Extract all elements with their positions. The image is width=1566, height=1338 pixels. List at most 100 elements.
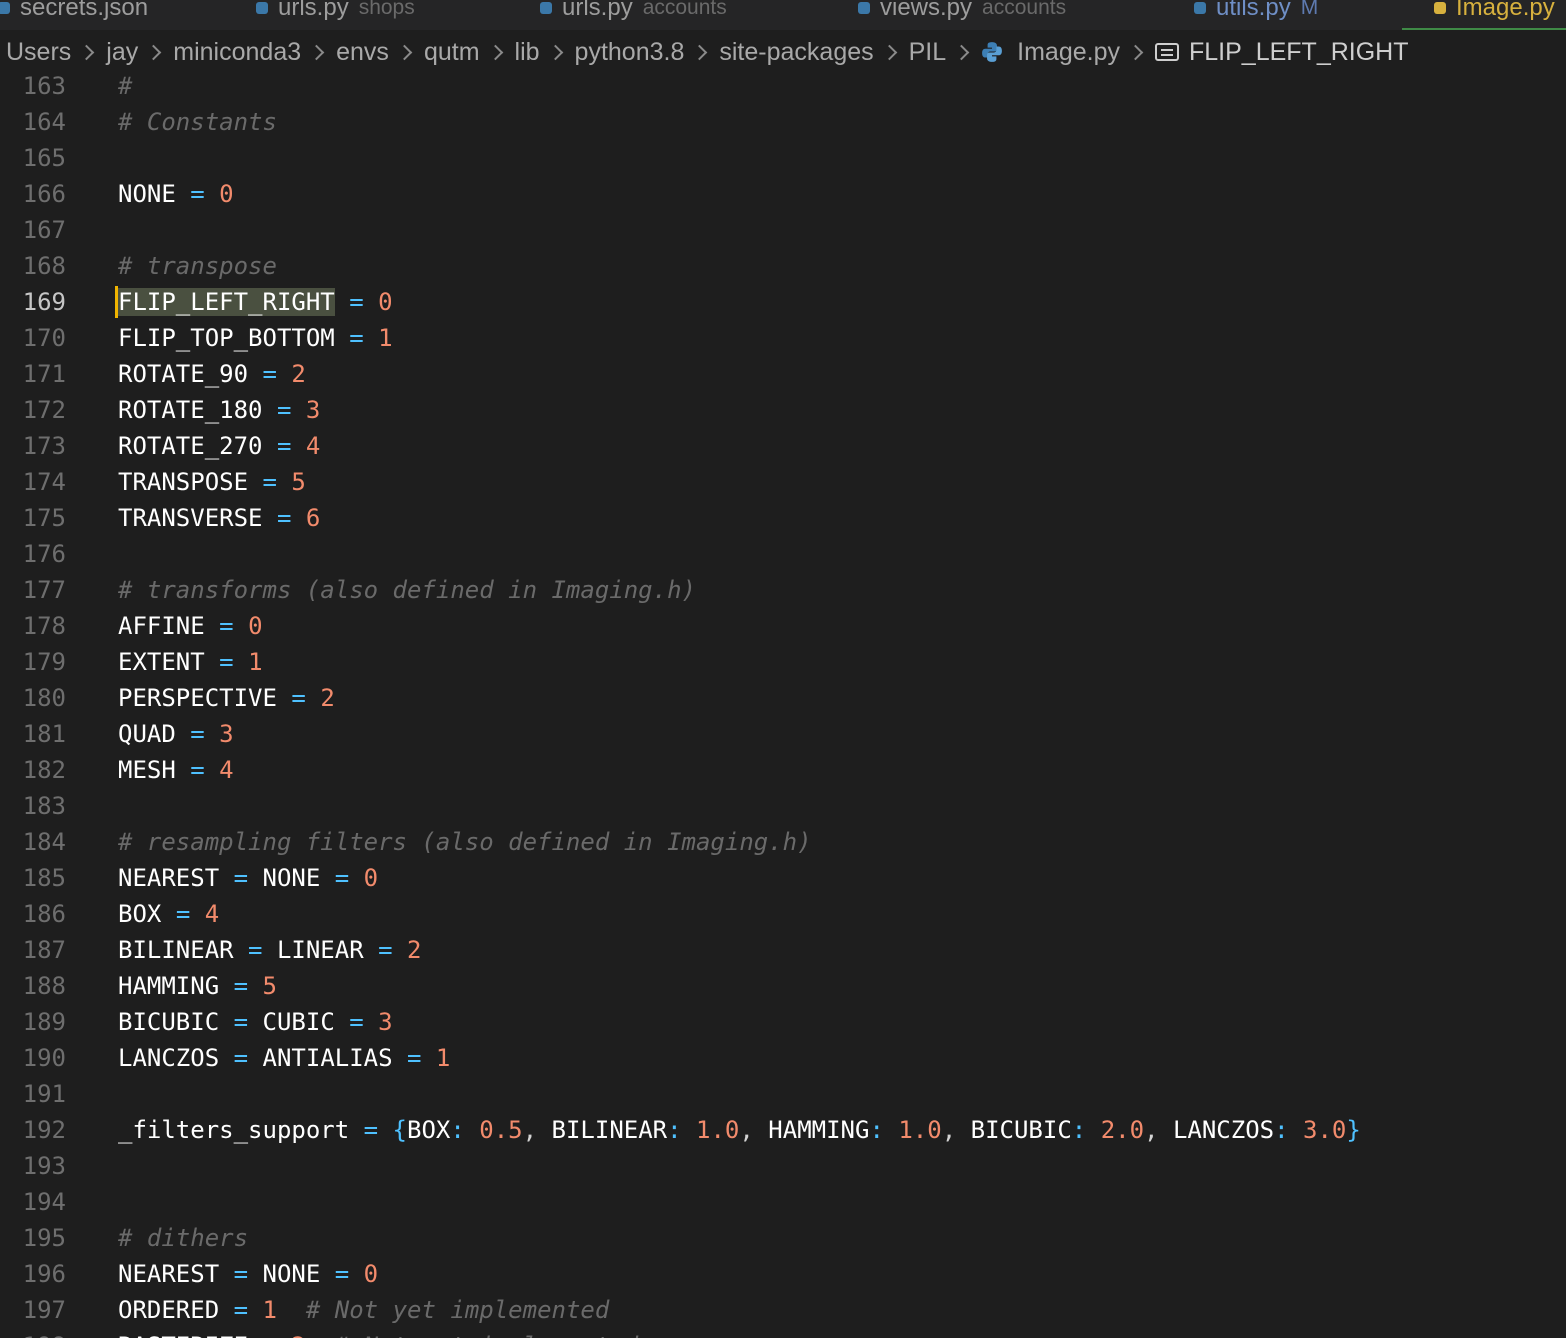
code-line[interactable]: 187 BILINEAR = LINEAR = 2 [0, 932, 1566, 968]
chevron-right-icon [1127, 44, 1144, 60]
code-line[interactable]: 184 # resampling filters (also defined in… [0, 824, 1566, 860]
breadcrumb-item[interactable]: lib [515, 38, 540, 67]
code-token: = [349, 1008, 364, 1036]
tab-3[interactable]: views.py accounts [858, 0, 1066, 30]
code-token: BICUBIC [118, 1008, 220, 1036]
chevron-right-icon [145, 44, 162, 60]
code-token: { [392, 1116, 407, 1144]
breadcrumb-item[interactable]: qutm [424, 38, 480, 67]
code-text: # dithers [118, 1220, 248, 1256]
breadcrumb-item[interactable]: miniconda3 [173, 38, 301, 67]
tab-description: accounts [982, 0, 1067, 19]
code-line[interactable]: 163 # [0, 68, 1566, 104]
breadcrumb-item[interactable]: site-packages [719, 38, 873, 67]
code-line[interactable]: 170 FLIP_TOP_BOTTOM = 1 [0, 320, 1566, 356]
code-token: 2 [291, 360, 306, 388]
code-line[interactable]: 180 PERSPECTIVE = 2 [0, 680, 1566, 716]
code-line[interactable]: 175 TRANSVERSE = 6 [0, 500, 1566, 536]
code-line[interactable]: 164 # Constants [0, 104, 1566, 140]
breadcrumb-item[interactable]: PIL [909, 38, 947, 67]
line-number: 192 [22, 1116, 66, 1144]
tab-1[interactable]: urls.py shops [256, 0, 415, 30]
breadcrumb-item[interactable]: Image.py [981, 38, 1120, 67]
code-line[interactable]: 190 LANCZOS = ANTIALIAS = 1 [0, 1040, 1566, 1076]
chevron-right-icon [308, 44, 325, 60]
line-number: 169 [22, 288, 66, 316]
code-line[interactable]: 189 BICUBIC = CUBIC = 3 [0, 1004, 1566, 1040]
code-token: = [233, 972, 249, 1000]
code-line[interactable]: 193 [0, 1148, 1566, 1184]
code-text: BILINEAR = LINEAR = 2 [118, 932, 421, 968]
breadcrumb-item[interactable]: envs [336, 38, 389, 67]
code-line[interactable]: 173 ROTATE_270 = 4 [0, 428, 1566, 464]
code-line[interactable]: 179 EXTENT = 1 [0, 644, 1566, 680]
code-token: 5 [291, 468, 306, 496]
code-token: = [378, 936, 393, 964]
code-line[interactable]: 166 NONE = 0 [0, 176, 1566, 212]
code-line[interactable]: 196 NEAREST = NONE = 0 [0, 1256, 1566, 1292]
code-line[interactable]: 185 NEAREST = NONE = 0 [0, 860, 1566, 896]
tab-5[interactable]: Image.py [1434, 0, 1555, 30]
code-line[interactable]: 195 # dithers [0, 1220, 1566, 1256]
line-number: 176 [22, 540, 66, 568]
code-line[interactable]: 182 MESH = 4 [0, 752, 1566, 788]
python-file-icon [982, 42, 1003, 62]
code-line[interactable]: 192 _filters_support = {BOX: 0.5, BILINEA… [0, 1112, 1566, 1148]
code-line[interactable]: 169 FLIP_LEFT_RIGHT = 0 [0, 284, 1566, 320]
breadcrumb-label: qutm [423, 37, 480, 66]
code-token: # transforms (also defined in Imaging.h) [118, 576, 696, 604]
code-token: 3.0 [1303, 1116, 1347, 1144]
tab-0[interactable]: secrets.json [0, 0, 148, 30]
code-text: HAMMING = 5 [118, 968, 277, 1004]
code-token: 2 [291, 1332, 305, 1338]
code-token: NEAREST [118, 864, 220, 892]
code-token: 1 [435, 1044, 451, 1072]
code-token: 4 [204, 900, 220, 928]
tab-2[interactable]: urls.py accounts [540, 0, 727, 30]
code-line[interactable]: 177 # transforms (also defined in Imaging… [0, 572, 1566, 608]
code-line[interactable]: 191 [0, 1076, 1566, 1112]
code-token: NONE [262, 1260, 321, 1288]
code-line[interactable]: 197 ORDERED = 1 # Not yet implemented [0, 1292, 1566, 1328]
breadcrumb-item[interactable]: jay [106, 38, 138, 67]
code-line[interactable]: 167 [0, 212, 1566, 248]
code-token: NONE [118, 180, 176, 208]
code-line[interactable]: 183 [0, 788, 1566, 824]
code-token: = [233, 864, 249, 892]
code-editor[interactable]: 163 #164 # Constants 165 166 NONE = 0 167 168 # … [0, 68, 1566, 1338]
code-line[interactable]: 168 # transpose [0, 248, 1566, 284]
code-text: # Constants [118, 104, 277, 140]
code-line[interactable]: 165 [0, 140, 1566, 176]
code-line[interactable]: 172 ROTATE_180 = 3 [0, 392, 1566, 428]
line-number: 196 [22, 1260, 66, 1288]
python-file-icon [858, 2, 870, 14]
code-line[interactable]: 176 [0, 536, 1566, 572]
code-text: # resampling filters (also defined in Im… [118, 824, 812, 860]
breadcrumb-item[interactable]: python3.8 [575, 38, 685, 67]
code-line[interactable]: 174 TRANSPOSE = 5 [0, 464, 1566, 500]
code-line[interactable]: 171 ROTATE_90 = 2 [0, 356, 1566, 392]
code-line[interactable]: 194 [0, 1184, 1566, 1220]
tab-4[interactable]: utils.py M [1194, 0, 1318, 30]
code-token: = [233, 1260, 249, 1288]
code-line[interactable]: 186 BOX = 4 [0, 896, 1566, 932]
code-token: PERSPECTIVE [118, 684, 277, 712]
breadcrumb-item[interactable]: Users [6, 38, 71, 67]
line-number: 173 [22, 432, 66, 460]
code-line[interactable]: 178 AFFINE = 0 [0, 608, 1566, 644]
code-line[interactable]: 198 RASTERIZE = 2 # Not yet implemented [0, 1328, 1566, 1338]
code-line[interactable]: 181 QUAD = 3 [0, 716, 1566, 752]
code-line[interactable]: 188 HAMMING = 5 [0, 968, 1566, 1004]
breadcrumb-item[interactable]: FLIP_LEFT_RIGHT [1155, 38, 1409, 67]
line-number: 197 [22, 1296, 66, 1324]
